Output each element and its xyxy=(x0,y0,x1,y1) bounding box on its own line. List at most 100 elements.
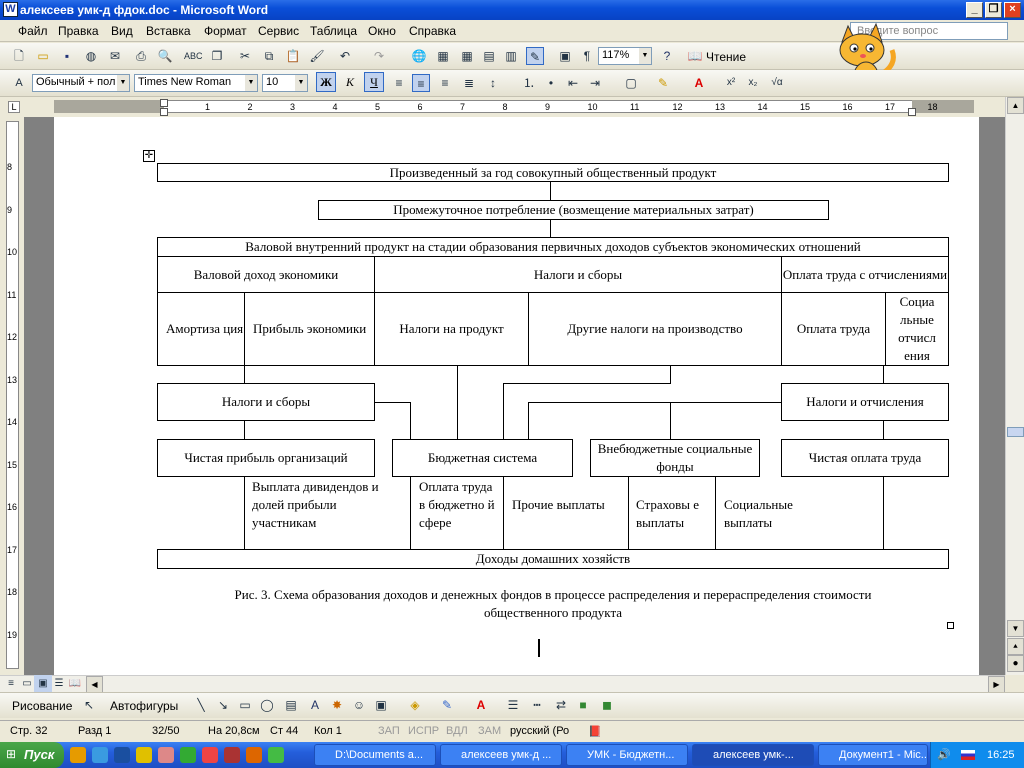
status-extend[interactable]: ВДЛ xyxy=(446,725,468,737)
status-track-changes[interactable]: ИСПР xyxy=(408,725,439,737)
clip-art-icon[interactable]: ☺ xyxy=(350,696,368,714)
drawing-menu[interactable]: Рисование xyxy=(12,699,72,713)
save-icon[interactable]: ▪ xyxy=(58,47,76,65)
scroll-thumb[interactable] xyxy=(1007,427,1024,437)
previous-page-icon[interactable]: ⯅ xyxy=(1007,638,1024,655)
permission-icon[interactable]: ◍ xyxy=(82,47,100,65)
hyperlink-icon[interactable]: 🌐 xyxy=(410,47,428,65)
oval-icon[interactable]: ◯ xyxy=(258,696,276,714)
research-icon[interactable]: ❐ xyxy=(208,47,226,65)
menu-table[interactable]: Таблица xyxy=(310,24,357,38)
right-indent-marker[interactable] xyxy=(908,108,916,116)
font-color-draw-icon[interactable]: A xyxy=(472,696,490,714)
columns-icon[interactable]: ▥ xyxy=(502,47,520,65)
task-word-doc-1[interactable]: алексеев умк-д ... xyxy=(440,744,562,766)
bullets-icon[interactable]: • xyxy=(542,74,560,92)
status-language[interactable]: русский (Ро xyxy=(510,725,569,737)
document-map-icon[interactable]: ▣ xyxy=(556,47,574,65)
first-line-indent-marker[interactable] xyxy=(160,99,168,107)
shadow-icon[interactable]: ■ xyxy=(574,696,592,714)
quick-launch-app6-icon[interactable] xyxy=(246,747,262,763)
menu-help[interactable]: Справка xyxy=(409,24,456,38)
style-select[interactable]: Обычный + пол ▼ xyxy=(32,74,130,92)
task-umk-budget[interactable]: УМК - Бюджетн... xyxy=(566,744,688,766)
scroll-down-icon[interactable]: ▼ xyxy=(1007,620,1024,637)
format-painter-icon[interactable]: 🖌 xyxy=(308,47,326,65)
email-icon[interactable]: ✉ xyxy=(106,47,124,65)
redo-icon[interactable]: ↷ xyxy=(370,47,388,65)
new-document-icon[interactable]: 🗋 xyxy=(10,47,28,65)
drawing-toggle-icon[interactable]: ✎ xyxy=(526,47,544,65)
scroll-up-icon[interactable]: ▲ xyxy=(1007,97,1024,114)
vertical-scrollbar[interactable]: ▲ ▼ ⯅ ● xyxy=(1005,97,1024,675)
equation-icon[interactable]: √α xyxy=(768,74,786,92)
menu-insert[interactable]: Вставка xyxy=(146,24,191,38)
horizontal-scrollbar[interactable]: ≡ ▭ ▣ ☰ 📖 ◀ ▶ xyxy=(0,675,1005,693)
spelling-status-icon[interactable]: 📕 xyxy=(588,725,602,738)
left-indent-marker[interactable] xyxy=(160,108,168,116)
arrow-icon[interactable]: ↘ xyxy=(214,696,232,714)
read-mode-label[interactable]: Чтение xyxy=(706,50,746,64)
browse-object-icon[interactable]: ● xyxy=(1007,655,1024,672)
word-app-icon[interactable]: W xyxy=(3,2,18,17)
borders-icon[interactable]: ▢ xyxy=(622,74,640,92)
styles-icon[interactable]: A xyxy=(10,74,28,92)
quick-launch-app5-icon[interactable] xyxy=(224,747,240,763)
menu-file[interactable]: Файл xyxy=(18,24,48,38)
justify-icon[interactable]: ≣ xyxy=(460,74,478,92)
print-preview-icon[interactable]: 🔍 xyxy=(156,47,174,65)
arrow-style-icon[interactable]: ⇄ xyxy=(552,696,570,714)
font-size-select[interactable]: 10 ▼ xyxy=(262,74,308,92)
font-select[interactable]: Times New Roman ▼ xyxy=(134,74,258,92)
paste-icon[interactable]: 📋 xyxy=(284,47,302,65)
line-style-icon[interactable]: ☰ xyxy=(504,696,522,714)
quick-launch-app2-icon[interactable] xyxy=(158,747,174,763)
cut-icon[interactable]: ✂ xyxy=(236,47,254,65)
language-flag-icon[interactable] xyxy=(961,750,975,760)
rectangle-icon[interactable]: ▭ xyxy=(236,696,254,714)
read-mode-icon[interactable]: 📖 xyxy=(686,47,704,65)
line-spacing-icon[interactable]: ↕ xyxy=(484,74,502,92)
bold-button[interactable]: Ж xyxy=(316,72,336,92)
align-right-icon[interactable]: ≡ xyxy=(436,74,454,92)
quick-launch-ie-icon[interactable] xyxy=(92,747,108,763)
italic-button[interactable]: К xyxy=(340,72,360,92)
task-word-doc-active[interactable]: алексеев умк-... xyxy=(692,744,814,766)
scroll-left-icon[interactable]: ◀ xyxy=(86,676,103,693)
horizontal-ruler[interactable]: L 1 2 3 4 5 6 7 8 9 10 11 12 13 14 15 16 17 18 xyxy=(0,97,1024,117)
tables-borders-icon[interactable]: ▦ xyxy=(434,47,452,65)
insert-excel-icon[interactable]: ▤ xyxy=(480,47,498,65)
3d-icon[interactable]: ◼ xyxy=(598,696,616,714)
text-box-icon[interactable]: ▤ xyxy=(282,696,300,714)
line-color-icon[interactable]: ✎ xyxy=(438,696,456,714)
quick-launch-app4-icon[interactable] xyxy=(202,747,218,763)
status-overtype[interactable]: ЗАМ xyxy=(478,725,501,737)
subscript-icon[interactable]: x₂ xyxy=(744,74,762,92)
increase-indent-icon[interactable]: ⇥ xyxy=(586,74,604,92)
menu-view[interactable]: Вид xyxy=(111,24,133,38)
menu-window[interactable]: Окно xyxy=(368,24,396,38)
autoshapes-menu[interactable]: Автофигуры xyxy=(110,699,178,713)
line-icon[interactable]: ╲ xyxy=(192,696,210,714)
fill-color-icon[interactable]: ◈ xyxy=(406,696,424,714)
zoom-select[interactable]: 117% ▼ xyxy=(598,47,652,65)
show-hide-icon[interactable]: ¶ xyxy=(578,47,596,65)
highlight-icon[interactable]: ✎ xyxy=(654,74,672,92)
insert-table-icon[interactable]: ▦ xyxy=(458,47,476,65)
scroll-right-icon[interactable]: ▶ xyxy=(988,676,1005,693)
superscript-icon[interactable]: x² xyxy=(722,74,740,92)
clock[interactable]: 16:25 xyxy=(987,742,1015,768)
wordart-icon[interactable]: A xyxy=(306,696,324,714)
decrease-indent-icon[interactable]: ⇤ xyxy=(564,74,582,92)
quick-launch-word-icon[interactable] xyxy=(114,747,130,763)
close-button[interactable]: × xyxy=(1004,2,1021,18)
table-move-handle-icon[interactable]: ✛ xyxy=(143,150,155,162)
status-record[interactable]: ЗАП xyxy=(378,725,400,737)
open-folder-icon[interactable]: ▭ xyxy=(34,47,52,65)
quick-launch-app-icon[interactable] xyxy=(136,747,152,763)
spelling-icon[interactable]: ABC xyxy=(184,47,203,65)
align-left-icon[interactable]: ≡ xyxy=(390,74,408,92)
menu-edit[interactable]: Правка xyxy=(58,24,99,38)
menu-format[interactable]: Формат xyxy=(204,24,247,38)
underline-button[interactable]: Ч xyxy=(364,72,384,92)
